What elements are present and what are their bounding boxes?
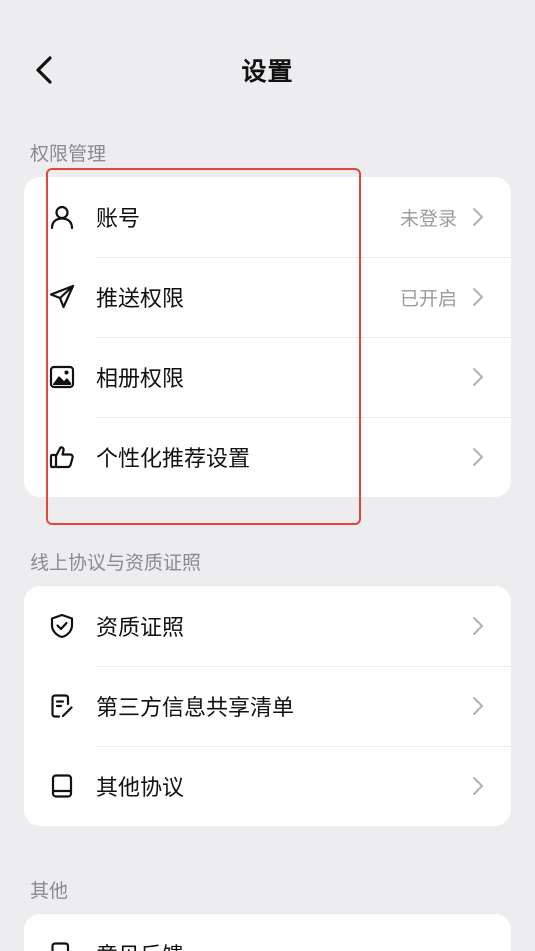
row-feedback[interactable]: 意见反馈 (24, 914, 511, 951)
document-edit-icon (48, 692, 76, 720)
chevron-right-icon (473, 368, 483, 386)
row-status: 未登录 (399, 207, 457, 230)
book-icon (48, 772, 76, 800)
card-permissions: 账号 未登录 推送权限 已开启 相册权限 个性化推荐设置 (24, 177, 511, 497)
row-label: 第三方信息共享清单 (96, 696, 295, 721)
row-label: 相册权限 (96, 367, 185, 392)
chevron-right-icon (473, 617, 483, 635)
row-push-permission[interactable]: 推送权限 已开启 (24, 257, 511, 337)
row-label: 资质证照 (96, 616, 185, 641)
row-other-agreements[interactable]: 其他协议 (24, 746, 511, 826)
feedback-icon (48, 940, 76, 951)
row-label: 账号 (96, 207, 141, 232)
user-icon (48, 203, 76, 231)
row-label: 个性化推荐设置 (96, 447, 251, 472)
row-personalized-recommendation[interactable]: 个性化推荐设置 (24, 417, 511, 497)
header: 设置 (0, 0, 535, 138)
row-label: 推送权限 (96, 287, 185, 312)
chevron-right-icon (473, 777, 483, 795)
send-icon (48, 283, 76, 311)
card-agreements: 资质证照 第三方信息共享清单 其他协议 (24, 586, 511, 826)
chevron-right-icon (473, 697, 483, 715)
settings-page: 设置 权限管理 账号 未登录 推送权限 已开启 相册权限 个性化推荐设置 线上协… (0, 0, 535, 951)
chevron-right-icon (473, 448, 483, 466)
row-label: 其他协议 (96, 776, 185, 801)
image-icon (48, 363, 76, 391)
row-status: 已开启 (399, 287, 457, 310)
row-third-party-sharing[interactable]: 第三方信息共享清单 (24, 666, 511, 746)
section-label-agreements: 线上协议与资质证照 (30, 552, 202, 574)
section-label-other: 其他 (30, 880, 69, 902)
row-label: 意见反馈 (96, 938, 184, 951)
row-qualification[interactable]: 资质证照 (24, 586, 511, 666)
row-account[interactable]: 账号 未登录 (24, 177, 511, 257)
shield-check-icon (48, 612, 76, 640)
section-label-permissions: 权限管理 (30, 143, 107, 165)
chevron-right-icon (473, 208, 483, 226)
card-other: 意见反馈 (24, 914, 511, 951)
row-album-permission[interactable]: 相册权限 (24, 337, 511, 417)
page-title: 设置 (241, 57, 294, 86)
chevron-right-icon (473, 288, 483, 306)
thumbs-up-icon (48, 443, 76, 471)
